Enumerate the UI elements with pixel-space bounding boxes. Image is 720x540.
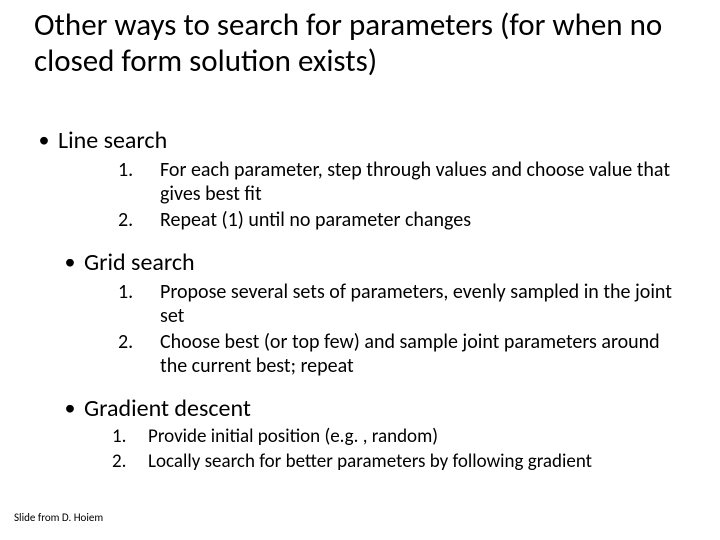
slide-body: • Line search 1. For each parameter, ste… [30, 120, 690, 474]
bullet-gradient-descent: • Gradient descent [30, 394, 690, 424]
list-item: 1. For each parameter, step through valu… [30, 158, 690, 206]
list-item: 2. Locally search for better parameters … [30, 451, 690, 474]
list-line-search: 1. For each parameter, step through valu… [30, 158, 690, 232]
item-text: Provide initial position (e.g. , random) [148, 426, 438, 449]
list-grid-search: 1. Propose several sets of parameters, e… [30, 280, 690, 378]
list-gradient-descent: 1. Provide initial position (e.g. , rand… [30, 426, 690, 474]
heading-text: Gradient descent [84, 394, 251, 424]
item-number: 2. [118, 208, 160, 232]
item-text: Repeat (1) until no parameter changes [160, 208, 471, 232]
item-text: For each parameter, step through values … [160, 158, 690, 206]
bullet-line-search: • Line search [30, 126, 690, 156]
item-number: 2. [112, 451, 148, 474]
bullet-icon: • [30, 126, 58, 156]
item-number: 1. [118, 280, 160, 328]
item-text: Propose several sets of parameters, even… [160, 280, 690, 328]
list-item: 2. Choose best (or top few) and sample j… [30, 330, 690, 378]
bullet-icon: • [56, 248, 84, 278]
item-number: 1. [118, 158, 160, 206]
item-text: Locally search for better parameters by … [148, 451, 592, 474]
item-text: Choose best (or top few) and sample join… [160, 330, 690, 378]
item-number: 1. [112, 426, 148, 449]
slide: Other ways to search for parameters (for… [0, 0, 720, 540]
slide-credit: Slide from D. Hoiem [14, 511, 103, 524]
item-number: 2. [118, 330, 160, 378]
heading-text: Line search [58, 126, 167, 156]
slide-title: Other ways to search for parameters (for… [34, 8, 690, 79]
bullet-grid-search: • Grid search [30, 248, 690, 278]
heading-text: Grid search [84, 248, 195, 278]
list-item: 1. Propose several sets of parameters, e… [30, 280, 690, 328]
list-item: 2. Repeat (1) until no parameter changes [30, 208, 690, 232]
bullet-icon: • [56, 394, 84, 424]
list-item: 1. Provide initial position (e.g. , rand… [30, 426, 690, 449]
